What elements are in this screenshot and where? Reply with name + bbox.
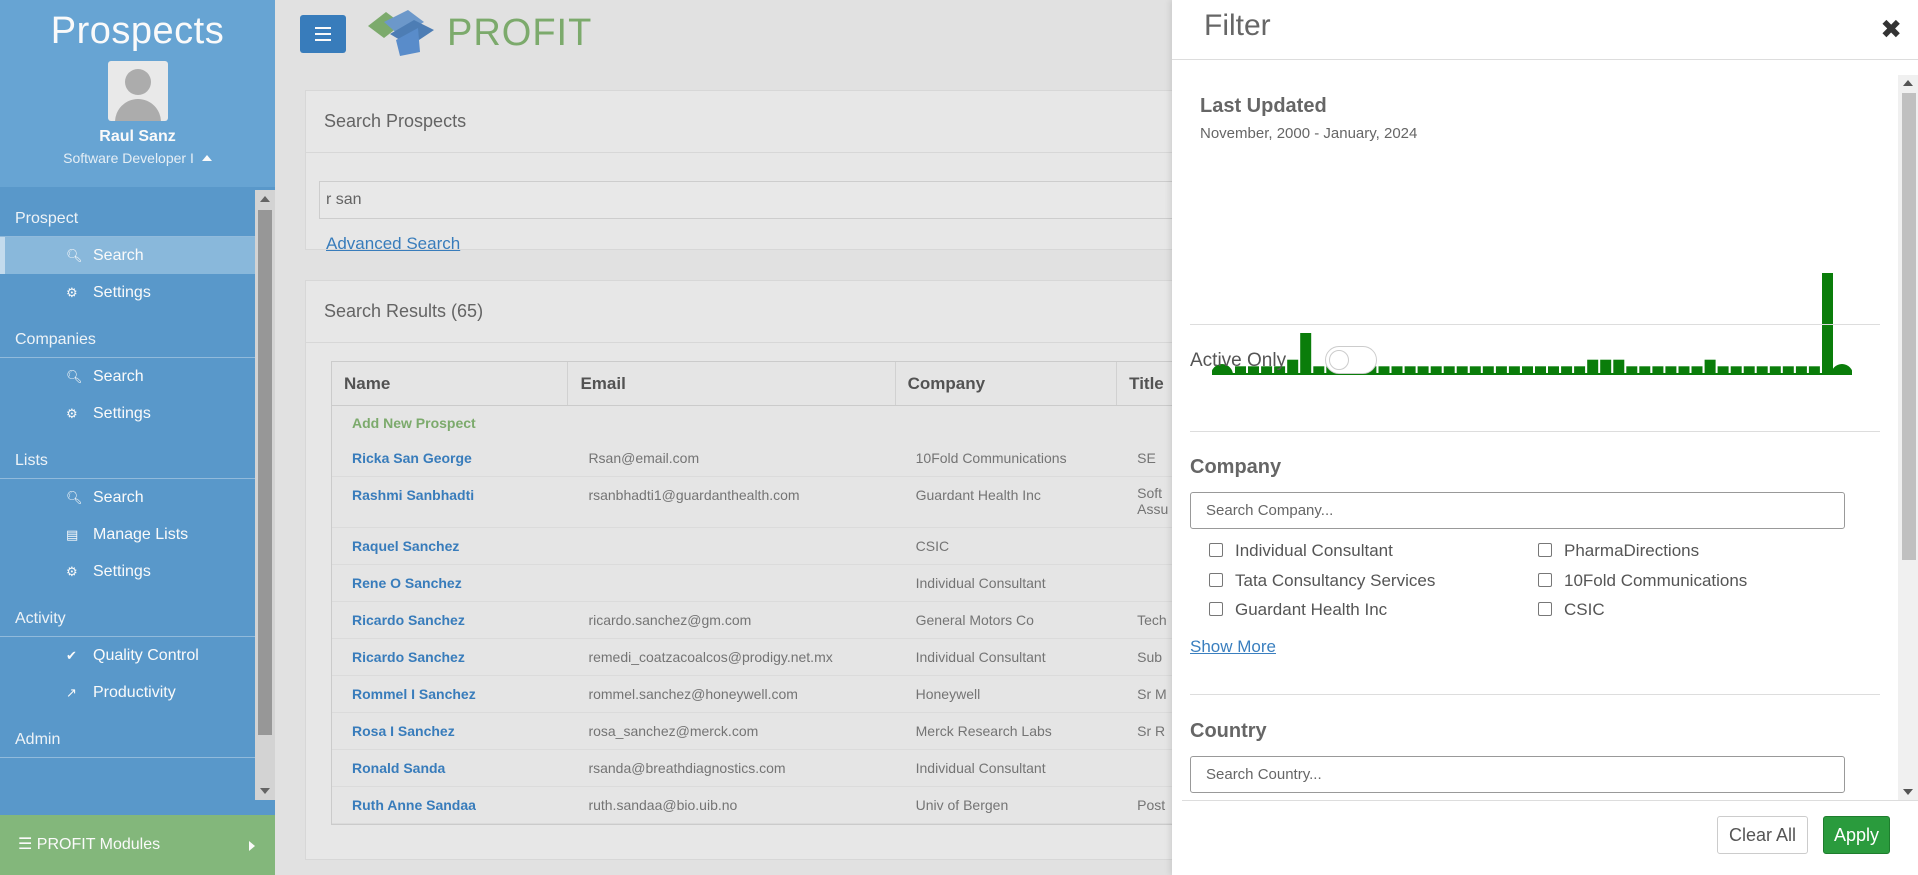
app-root: Prospects Raul Sanz Software Developer I… xyxy=(0,0,1918,875)
last-updated-histogram[interactable] xyxy=(1212,175,1852,375)
divider xyxy=(1190,324,1880,325)
histogram-bar xyxy=(1808,366,1820,373)
filter-body: Last Updated November, 2000 - January, 2… xyxy=(1172,75,1898,800)
histogram-bar xyxy=(1495,366,1507,373)
histogram-bar xyxy=(1704,359,1716,373)
histogram-bar xyxy=(1822,273,1833,373)
histogram-bar xyxy=(1313,366,1325,373)
checkbox-label: Guardant Health Inc xyxy=(1235,600,1388,619)
modal-backdrop[interactable] xyxy=(0,0,1172,875)
filter-title: Filter xyxy=(1204,9,1271,42)
histogram-bar xyxy=(1300,333,1312,373)
histogram-bar xyxy=(1795,366,1807,373)
histogram-bar xyxy=(1378,366,1390,373)
histogram-bar xyxy=(1548,366,1559,373)
checkbox-label: PharmaDirections xyxy=(1564,541,1700,560)
checkbox-label: Individual Consultant xyxy=(1235,541,1393,560)
apply-button[interactable]: Apply xyxy=(1822,816,1890,854)
company-search-input[interactable]: Search Company... xyxy=(1190,492,1845,529)
histogram-bar xyxy=(1613,359,1625,373)
histogram-bar xyxy=(1391,366,1403,373)
country-search-input[interactable]: Search Country... xyxy=(1190,756,1845,793)
histogram-bar xyxy=(1730,366,1742,373)
histogram-bar xyxy=(1522,366,1533,373)
checkbox-label: 10Fold Communications xyxy=(1564,571,1748,590)
country-title: Country xyxy=(1190,720,1267,742)
checkbox[interactable] xyxy=(1538,573,1552,587)
active-only-toggle[interactable] xyxy=(1325,346,1377,374)
filter-scrollbar[interactable] xyxy=(1898,75,1918,800)
scroll-thumb[interactable] xyxy=(1902,93,1916,560)
last-updated-title: Last Updated xyxy=(1200,95,1327,117)
histogram-bar xyxy=(1535,366,1546,373)
filter-panel: Filter ✖ Last Updated November, 2000 - J… xyxy=(1172,0,1918,875)
company-title: Company xyxy=(1190,456,1282,478)
last-updated-range: November, 2000 - January, 2024 xyxy=(1200,125,1418,142)
scroll-up-icon[interactable] xyxy=(1903,80,1913,86)
histogram-bar xyxy=(1443,366,1455,373)
histogram-bar xyxy=(1691,366,1703,373)
company-option[interactable]: Guardant Health Inc xyxy=(1209,600,1387,620)
checkbox[interactable] xyxy=(1209,573,1223,587)
clear-all-button[interactable]: Clear All xyxy=(1716,816,1808,854)
checkbox[interactable] xyxy=(1209,602,1223,616)
histogram-bar xyxy=(1482,366,1494,373)
histogram-bar xyxy=(1561,366,1573,373)
histogram-bar xyxy=(1456,366,1468,373)
company-option[interactable]: Tata Consultancy Services xyxy=(1209,571,1435,591)
histogram-bar xyxy=(1626,366,1638,373)
checkbox[interactable] xyxy=(1538,602,1552,616)
close-icon[interactable]: ✖ xyxy=(1880,16,1902,42)
company-option[interactable]: 10Fold Communications xyxy=(1538,571,1747,591)
histogram-bar xyxy=(1574,366,1586,373)
histogram-bar xyxy=(1639,366,1651,373)
histogram-bar xyxy=(1678,366,1690,373)
histogram-bar xyxy=(1652,366,1664,373)
company-option[interactable]: PharmaDirections xyxy=(1538,541,1699,561)
histogram-bar xyxy=(1508,366,1520,373)
histogram-bar xyxy=(1769,366,1781,373)
checkbox-label: Tata Consultancy Services xyxy=(1235,571,1436,590)
divider xyxy=(1190,431,1880,432)
histogram-bar xyxy=(1587,359,1599,373)
scroll-down-icon[interactable] xyxy=(1903,789,1913,795)
toggle-knob xyxy=(1329,350,1349,370)
histogram-bar xyxy=(1665,366,1677,373)
filter-footer: Clear All Apply xyxy=(1182,800,1918,875)
active-only-label: Active Only xyxy=(1190,350,1287,371)
checkbox[interactable] xyxy=(1209,543,1223,557)
divider xyxy=(1190,694,1880,695)
company-option[interactable]: CSIC xyxy=(1538,600,1605,620)
histogram-bar xyxy=(1430,366,1442,373)
histogram-bar xyxy=(1404,366,1416,373)
histogram-bar xyxy=(1756,366,1768,373)
range-handle-end xyxy=(1831,364,1852,375)
histogram-bar xyxy=(1287,359,1299,373)
checkbox-label: CSIC xyxy=(1564,600,1605,619)
histogram-bar xyxy=(1717,366,1729,373)
histogram-bar xyxy=(1782,366,1794,373)
checkbox[interactable] xyxy=(1538,543,1552,557)
company-option[interactable]: Individual Consultant xyxy=(1209,541,1393,561)
show-more-link[interactable]: Show More xyxy=(1190,637,1276,657)
histogram-bar xyxy=(1600,359,1612,373)
histogram-bar xyxy=(1743,366,1755,373)
filter-header: Filter ✖ xyxy=(1172,0,1918,60)
histogram-bar xyxy=(1469,366,1481,373)
histogram-bar xyxy=(1417,366,1429,373)
